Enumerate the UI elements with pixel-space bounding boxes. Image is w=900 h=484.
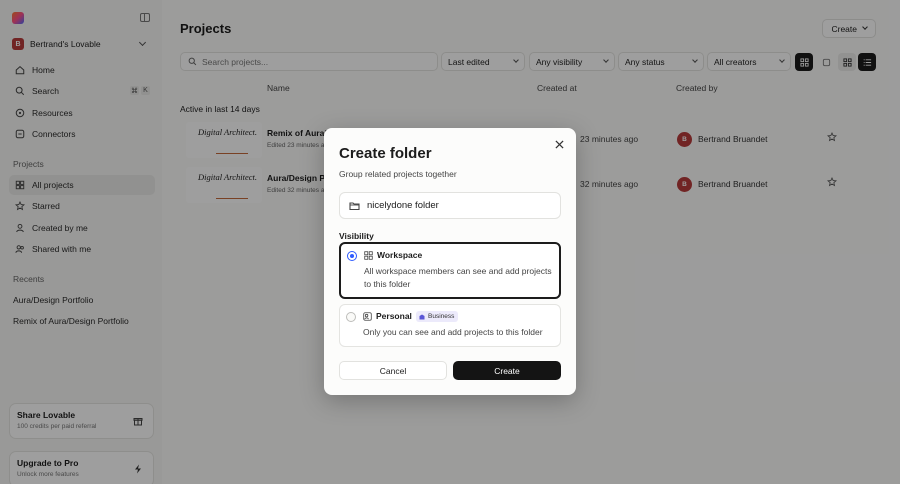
dialog-title: Create folder xyxy=(339,145,432,162)
cancel-button[interactable]: Cancel xyxy=(339,361,447,380)
business-badge: Business xyxy=(416,311,459,322)
workspace-option-description: All workspace members can see and add pr… xyxy=(364,266,552,289)
workspace-radio[interactable] xyxy=(347,251,357,261)
folder-name-input[interactable] xyxy=(367,200,547,211)
grid-icon xyxy=(364,251,373,260)
personal-option-title: Personal xyxy=(376,311,412,321)
folder-name-field[interactable] xyxy=(339,192,561,219)
close-icon[interactable] xyxy=(555,140,564,149)
personal-option-description: Only you can see and add projects to thi… xyxy=(363,327,543,337)
visibility-option-workspace[interactable]: Workspace All workspace members can see … xyxy=(339,242,561,299)
personal-radio[interactable] xyxy=(346,312,356,322)
user-lock-icon xyxy=(363,312,372,321)
folder-icon xyxy=(349,201,360,210)
create-button[interactable]: Create xyxy=(453,361,561,380)
business-badge-label: Business xyxy=(428,313,455,320)
workspace-option-title: Workspace xyxy=(377,250,423,260)
building-icon xyxy=(419,314,425,319)
visibility-option-personal[interactable]: Personal Business Only you can see and a… xyxy=(339,304,561,347)
create-folder-dialog: Create folder Group related projects tog… xyxy=(324,128,576,395)
visibility-label: Visibility xyxy=(339,231,374,241)
dialog-subtitle: Group related projects together xyxy=(339,169,457,179)
